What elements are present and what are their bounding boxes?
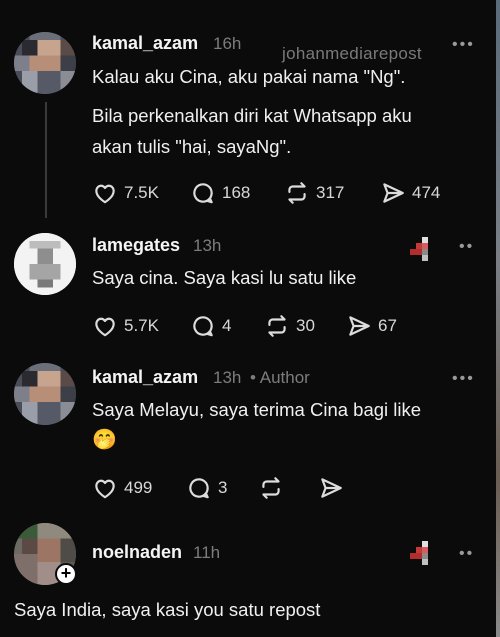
share-send-icon [383,183,404,203]
follow-plus-icon[interactable]: + [55,563,77,585]
avatar[interactable] [14,233,76,295]
like-button[interactable]: 5.7K [92,313,159,339]
reply-bubble-icon [189,478,209,499]
more-options-icon[interactable]: ••• [452,370,475,388]
post-1: kamal_azam 16h johanmediarepost ••• Kala… [0,0,496,225]
share-button[interactable]: 67 [346,313,397,339]
repost-icon [288,182,306,204]
reply-count: 168 [222,183,251,202]
username[interactable]: noelnaden [92,542,182,563]
reply-count: 3 [218,478,228,497]
share-count: 67 [378,316,397,335]
screen-edge-strip [496,0,500,637]
reply-bubble-icon [193,183,213,204]
avatar[interactable] [14,32,76,94]
repost-count: 30 [296,316,315,335]
timestamp: 11h [193,543,221,562]
username[interactable]: kamal_azam [92,33,198,54]
share-button[interactable] [318,475,344,501]
heart-icon [95,317,115,337]
like-button[interactable]: 499 [92,475,152,501]
like-button[interactable]: 7.5K [92,180,159,206]
repost-button[interactable] [258,475,284,501]
post-text-line-3: akan tulis "hai, sayaNg". [92,136,292,157]
post-3: kamal_azam 13h • Author ••• Saya Melayu,… [0,355,496,515]
overlay-badge [410,237,428,261]
author-tag: • Author [250,368,310,387]
reply-count: 4 [222,316,232,335]
post-4: + noelnaden 11h •• Saya India, saya kasi… [0,515,496,637]
share-send-icon [349,316,370,336]
timestamp: 13h [213,368,242,387]
username[interactable]: kamal_azam [92,367,198,388]
share-button[interactable]: 474 [380,180,440,206]
heart-icon [95,184,115,204]
repost-icon [262,477,280,499]
post-text-line-2: Bila perkenalkan diri kat Whatsapp aku [92,105,412,126]
reply-button[interactable]: 3 [186,475,227,501]
post-text: Saya India, saya kasi you satu repost [14,599,321,620]
like-count: 7.5K [124,183,159,202]
more-options-icon[interactable]: •• [459,238,474,256]
post-text: Saya cina. Saya kasi lu satu like [92,267,357,288]
heart-icon [95,479,115,499]
timestamp: 16h [213,34,242,53]
post-2: lamegates 13h •• Saya cina. Saya kasi lu… [0,225,496,355]
reply-bubble-icon [193,316,213,337]
post-text: Saya Melayu, saya terima Cina bagi like [92,399,422,420]
reply-button[interactable]: 168 [190,180,250,206]
emoji: 🤭 [92,429,117,451]
more-options-icon[interactable]: •• [459,545,474,563]
more-options-icon[interactable]: ••• [452,36,475,54]
avatar[interactable] [14,363,76,425]
repost-count: 317 [316,183,345,202]
thread-line [45,102,47,218]
like-count: 499 [124,478,153,497]
username[interactable]: lamegates [92,235,180,256]
overlay-badge [410,541,428,565]
repost-button[interactable]: 317 [284,180,344,206]
post-text-line-1: Kalau aku Cina, aku pakai nama "Ng". [92,66,406,87]
watermark: johanmediarepost [282,44,422,63]
share-count: 474 [412,183,441,202]
repost-button[interactable]: 30 [264,313,315,339]
like-count: 5.7K [124,316,159,335]
share-send-icon [321,478,342,498]
reply-button[interactable]: 4 [190,313,231,339]
repost-icon [268,315,286,337]
timestamp: 13h [193,236,222,255]
